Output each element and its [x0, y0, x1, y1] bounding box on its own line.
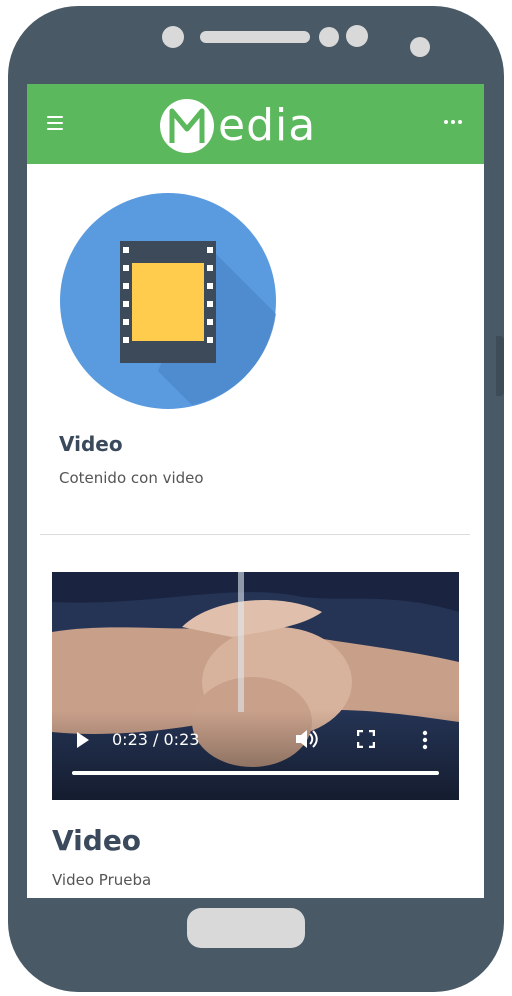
logo-text: edia	[218, 100, 317, 151]
sensor-dot	[319, 27, 339, 47]
logo-badge: M	[160, 99, 214, 153]
app-header: M edia	[27, 84, 484, 164]
front-camera	[162, 26, 184, 48]
content-card-subtitle: Cotenido con video	[59, 469, 204, 487]
home-button[interactable]	[187, 908, 305, 948]
play-icon[interactable]	[76, 732, 90, 748]
volume-icon[interactable]	[295, 728, 319, 750]
sensor-dot	[346, 25, 368, 47]
fullscreen-icon[interactable]	[356, 729, 376, 749]
phone-screen: M edia Video Cotenido con video 0:23 / 0…	[27, 84, 484, 898]
video-card-title: Video	[52, 824, 142, 857]
app-logo: M edia	[160, 96, 316, 156]
divider	[40, 534, 470, 535]
video-controls-overlay	[52, 710, 459, 800]
video-time: 0:23 / 0:23	[112, 730, 200, 749]
film-strip-icon	[60, 193, 276, 409]
hamburger-menu-icon[interactable]	[47, 116, 63, 130]
sensor-dot	[410, 37, 430, 57]
more-horizontal-icon[interactable]	[444, 118, 464, 126]
earpiece-speaker	[200, 31, 310, 43]
more-vertical-icon[interactable]	[422, 730, 428, 750]
content-card-title: Video	[59, 432, 123, 456]
video-progress-bar[interactable]	[72, 771, 439, 775]
side-button	[496, 336, 504, 396]
video-player[interactable]: 0:23 / 0:23	[52, 572, 459, 800]
logo-initial: M	[187, 131, 188, 133]
video-card-subtitle: Video Prueba	[52, 871, 152, 889]
